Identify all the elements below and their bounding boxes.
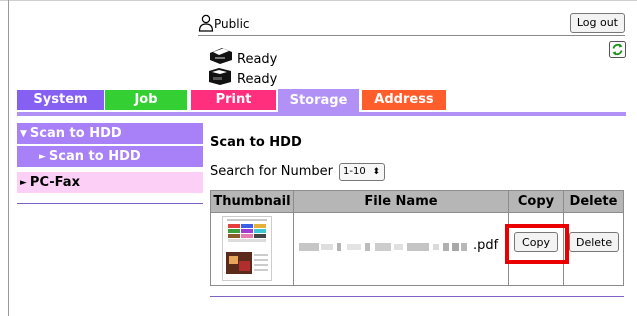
column-header-delete: Delete [564, 191, 623, 212]
printer-status-text: Ready [237, 52, 278, 67]
sidebar-item-label: PC-Fax [29, 175, 80, 190]
tab-job[interactable]: Job [105, 90, 187, 110]
sidebar-subitem-scan-to-hdd[interactable]: ► Scan to HDD [17, 146, 203, 167]
column-header-file-name: File Name [294, 191, 508, 212]
triangle-right-icon: ► [39, 152, 46, 162]
tab-storage[interactable]: Storage [278, 89, 359, 113]
header-divider [211, 212, 623, 213]
tab-system[interactable]: System [17, 90, 104, 110]
triangle-down-icon: ▼ [20, 129, 27, 139]
chevron-updown-icon: ⬍ [372, 167, 380, 177]
sidebar-item-scan-to-hdd[interactable]: ▼ Scan to HDD [17, 123, 203, 144]
tab-underline-strip [17, 112, 626, 116]
sidebar-divider [17, 203, 203, 204]
user-name: Public [214, 17, 250, 31]
sidebar-item-label: Scan to HDD [48, 149, 141, 164]
column-divider [293, 191, 294, 285]
delete-button[interactable]: Delete [569, 232, 619, 252]
logout-button[interactable]: Log out [569, 13, 625, 33]
frame-left-border [8, 0, 9, 316]
user-bar: Public Log out [198, 12, 625, 36]
content-bottom-divider [210, 296, 624, 297]
scanner-icon [209, 68, 231, 85]
tab-print[interactable]: Print [191, 90, 276, 110]
refresh-icon[interactable] [609, 41, 626, 58]
copy-button-highlight [505, 224, 569, 264]
page-title: Scan to HDD [210, 135, 302, 150]
user-icon [198, 14, 214, 32]
scanner-status-text: Ready [237, 72, 278, 87]
sidebar-item-label: Scan to HDD [29, 126, 122, 141]
file-extension: .pdf [473, 238, 499, 253]
blurred-file-name [299, 243, 467, 251]
document-thumbnail[interactable] [222, 216, 272, 281]
printer-icon [210, 48, 232, 64]
frame-top-border [0, 0, 637, 1]
number-range-select[interactable]: 1-10 ⬍ [339, 163, 385, 181]
triangle-right-icon: ► [20, 178, 27, 188]
number-range-value: 1-10 [343, 166, 366, 177]
column-header-copy: Copy [509, 191, 563, 212]
tab-address[interactable]: Address [362, 90, 446, 110]
sidebar-item-pc-fax[interactable]: ► PC-Fax [17, 172, 203, 193]
search-label: Search for Number [210, 164, 334, 179]
column-header-thumbnail: Thumbnail [211, 191, 293, 212]
